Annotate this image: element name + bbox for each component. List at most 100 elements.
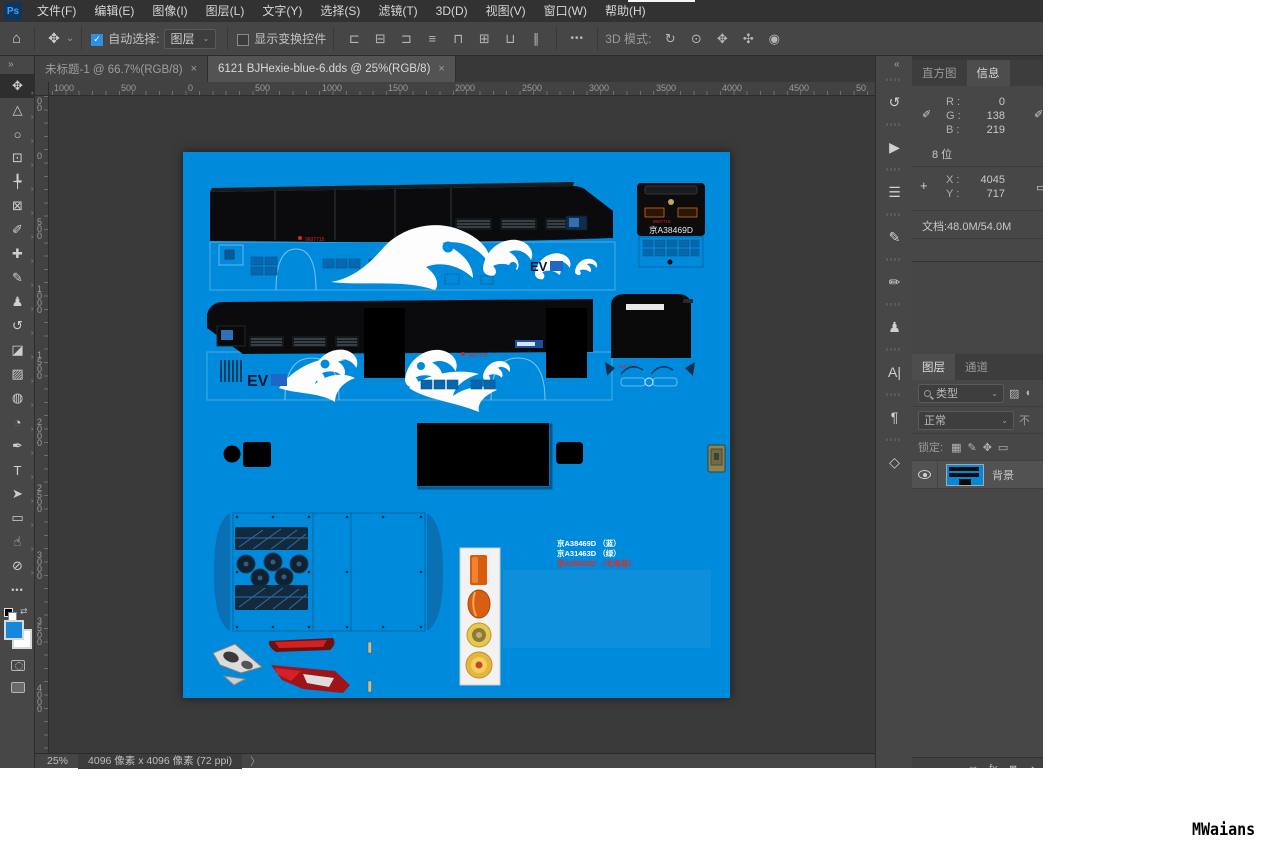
gradient-tool[interactable]: ▨ — [0, 362, 35, 386]
menu-item-5[interactable]: 选择(S) — [311, 0, 369, 22]
3d-slide-icon[interactable]: ✣ — [735, 31, 761, 47]
status-chevron-icon[interactable]: 〉 — [242, 754, 269, 769]
layer-mask-icon[interactable]: ◙ — [1010, 763, 1017, 768]
document-tab-untitled[interactable]: 未标题-1 @ 66.7%(RGB/8) × — [35, 56, 208, 82]
align-middle-icon[interactable]: ⊞ — [471, 31, 497, 47]
actions-panel-icon[interactable]: ▶ — [876, 132, 913, 162]
blend-mode-dropdown[interactable]: 正常 ⌄ — [918, 411, 1014, 430]
link-layers-icon[interactable]: ∞ — [969, 763, 977, 768]
ruler-corner[interactable] — [35, 82, 49, 96]
quick-selection-tool[interactable]: ⊡ — [0, 146, 35, 170]
brushes-panel-icon[interactable]: ✏ — [876, 267, 913, 297]
distribute-v-icon[interactable]: ∥ — [523, 31, 549, 47]
menu-item-7[interactable]: 3D(D) — [427, 0, 477, 22]
swap-colors-icon[interactable]: ⇄ — [20, 606, 28, 617]
zoom-level-field[interactable]: 25% — [35, 755, 78, 767]
screen-mode-button[interactable] — [0, 676, 35, 698]
layer-filter-dropdown[interactable]: 类型 ⌄ — [918, 384, 1004, 403]
brush-tool[interactable]: ✎ — [0, 266, 35, 290]
hand-tool[interactable]: ☝ — [0, 530, 35, 554]
toolbar-expand-icon[interactable]: » — [0, 56, 34, 74]
tab-info[interactable]: 信息 — [967, 60, 1010, 86]
foreground-color-swatch[interactable] — [4, 620, 24, 640]
tab-channels[interactable]: 通道 — [955, 354, 998, 380]
show-transform-checkbox[interactable] — [237, 34, 249, 46]
menu-item-3[interactable]: 图层(L) — [197, 0, 254, 22]
ellipse-marquee-tool[interactable]: ○ — [0, 122, 35, 146]
menu-item-2[interactable]: 图像(I) — [143, 0, 196, 22]
tab-layers[interactable]: 图层 — [912, 354, 955, 380]
3d-panel-icon[interactable]: ◇ — [876, 447, 913, 477]
quick-mask-button[interactable] — [0, 654, 35, 676]
eraser-tool[interactable]: ◪ — [0, 338, 35, 362]
filter-kind-icon[interactable]: ▨ — [1009, 387, 1019, 400]
default-colors-icon[interactable] — [4, 608, 13, 617]
path-selection-tool[interactable]: ➤ — [0, 482, 35, 506]
menu-item-4[interactable]: 文字(Y) — [253, 0, 311, 22]
align-center-h-icon[interactable]: ⊟ — [367, 31, 393, 47]
close-icon[interactable]: × — [191, 63, 197, 75]
3d-roll-icon[interactable]: ⊙ — [683, 31, 709, 47]
adjustment-layer-icon[interactable]: ◑ — [1028, 763, 1035, 768]
pen-tool[interactable]: ✒ — [0, 434, 35, 458]
lock-transparent-icon[interactable]: ▦ — [948, 442, 964, 454]
lock-paint-icon[interactable]: ✎ — [964, 442, 979, 454]
more-options-icon[interactable]: ••• — [564, 33, 590, 44]
menu-item-1[interactable]: 编辑(E) — [85, 0, 143, 22]
crop-tool[interactable]: ╄ — [0, 170, 35, 194]
align-left-icon[interactable]: ⊏ — [341, 31, 367, 47]
zoom-tool[interactable]: ⊘ — [0, 554, 35, 578]
eyedropper-tool[interactable]: ✐ — [0, 218, 35, 242]
home-icon[interactable]: ⌂ — [6, 30, 27, 47]
layer-name[interactable]: 背景 — [992, 467, 1014, 483]
menu-item-9[interactable]: 窗口(W) — [535, 0, 596, 22]
layer-effects-icon[interactable]: fx — [989, 763, 998, 768]
distribute-h-icon[interactable]: ≡ — [419, 31, 445, 47]
tab-histogram[interactable]: 直方图 — [912, 60, 967, 86]
move-tool[interactable]: ✥ — [0, 74, 35, 98]
3d-camera-icon[interactable]: ◉ — [761, 31, 787, 47]
lock-artboard-icon[interactable]: ▭ — [995, 442, 1011, 454]
history-brush-tool[interactable]: ↺ — [0, 314, 35, 338]
layer-thumbnail[interactable] — [946, 464, 984, 486]
canvas-pasteboard[interactable]: 9607715 EV — [49, 96, 875, 753]
3d-rotate-icon[interactable]: ↻ — [657, 31, 683, 47]
history-panel-icon[interactable]: ↺ — [876, 87, 913, 117]
auto-select-dropdown[interactable]: 图层 ⌄ — [164, 29, 217, 49]
move-tool-icon[interactable]: ✥ — [42, 30, 66, 47]
horizontal-ruler[interactable]: 1000500050010001500200025003000350040004… — [49, 82, 875, 96]
adjustments-panel-icon[interactable]: ☰ — [876, 177, 913, 207]
rectangle-tool[interactable]: ▭ — [0, 506, 35, 530]
visibility-toggle[interactable] — [912, 461, 938, 488]
brush-settings-panel-icon[interactable]: ✎ — [876, 222, 913, 252]
vertical-ruler[interactable]: 0005001000150020002500300035004000 — [35, 96, 49, 753]
character-panel-icon[interactable]: A| — [876, 357, 913, 387]
blur-tool[interactable]: ◍ — [0, 386, 35, 410]
paragraph-panel-icon[interactable]: ¶ — [876, 402, 913, 432]
filter-effects-icon[interactable]: ◖ — [1024, 387, 1031, 399]
document-tab-dds[interactable]: 6121 BJHexie-blue-6.dds @ 25%(RGB/8) × — [208, 56, 456, 82]
chevron-down-icon[interactable]: ⌄ — [66, 33, 74, 44]
align-bottom-icon[interactable]: ⊔ — [497, 31, 523, 47]
dock-collapse-icon[interactable]: « — [876, 56, 912, 72]
lock-move-icon[interactable]: ✥ — [980, 442, 995, 454]
align-top-icon[interactable]: ⊓ — [445, 31, 471, 47]
close-icon[interactable]: × — [438, 63, 444, 75]
healing-brush-tool[interactable]: ✚ — [0, 242, 35, 266]
clone-source-panel-icon[interactable]: ♟ — [876, 312, 913, 342]
canvas-image[interactable]: 9607715 EV — [183, 152, 730, 698]
menu-item-6[interactable]: 滤镜(T) — [369, 0, 426, 22]
menu-item-0[interactable]: 文件(F) — [28, 0, 85, 22]
layer-row-background[interactable]: 背景 — [912, 461, 1043, 489]
menu-item-8[interactable]: 视图(V) — [477, 0, 535, 22]
menu-item-10[interactable]: 帮助(H) — [596, 0, 655, 22]
clone-stamp-tool[interactable]: ♟ — [0, 290, 35, 314]
dodge-tool[interactable]: ◔ — [0, 410, 35, 434]
frame-tool[interactable]: ⊠ — [0, 194, 35, 218]
auto-select-checkbox[interactable] — [91, 34, 103, 46]
edit-toolbar-icon[interactable]: ••• — [0, 578, 35, 602]
photoshop-logo-icon[interactable]: Ps — [4, 2, 22, 20]
marquee-tool[interactable]: △ — [0, 98, 35, 122]
3d-drag-icon[interactable]: ✥ — [709, 31, 735, 47]
align-right-icon[interactable]: ⊐ — [393, 31, 419, 47]
